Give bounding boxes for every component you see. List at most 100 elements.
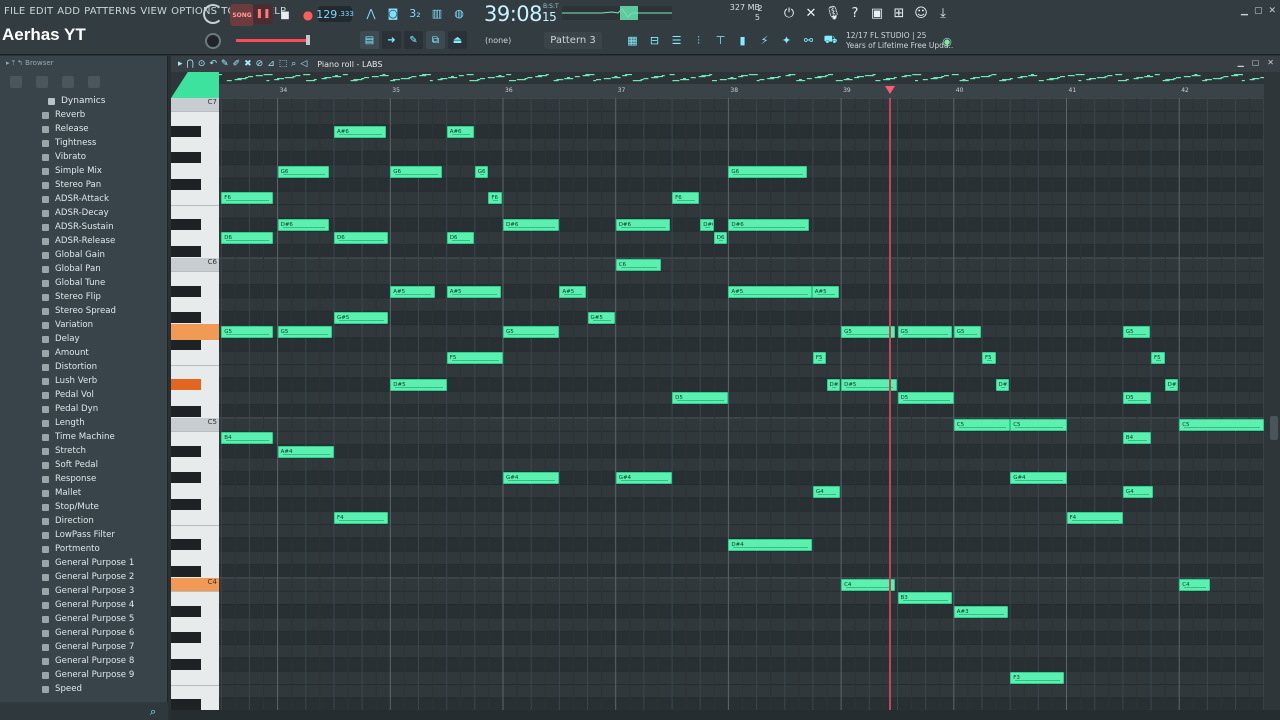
globe-icon[interactable]: ◉ bbox=[938, 32, 956, 50]
browser-tab-icon[interactable] bbox=[88, 76, 100, 88]
master-pitch-knob[interactable] bbox=[205, 33, 221, 49]
highlighted-black-key[interactable] bbox=[171, 378, 201, 390]
browser-item[interactable]: Variation bbox=[0, 318, 167, 332]
undo-icon[interactable]: ↶ bbox=[209, 59, 217, 69]
paint-icon[interactable]: ✐ bbox=[233, 59, 241, 69]
browser-item[interactable]: Stretch bbox=[0, 444, 167, 458]
zoom-icon[interactable]: ⌕ bbox=[291, 59, 296, 69]
note[interactable]: G6 bbox=[474, 165, 489, 178]
note[interactable]: F5 bbox=[1151, 352, 1165, 365]
close-icon[interactable]: ✕ bbox=[1268, 6, 1276, 16]
maximize-icon[interactable]: ▢ bbox=[1252, 58, 1260, 67]
black-key[interactable] bbox=[171, 245, 201, 257]
note[interactable]: G5 bbox=[277, 325, 332, 338]
browser-item[interactable]: General Purpose 9 bbox=[0, 668, 167, 682]
note[interactable]: G5 bbox=[503, 325, 560, 338]
note[interactable]: A#6 bbox=[446, 125, 474, 138]
minimize-icon[interactable]: ▁ bbox=[1241, 6, 1248, 16]
note[interactable]: D6 bbox=[713, 232, 728, 245]
play-list-view-icon[interactable]: ➜ bbox=[382, 31, 401, 49]
browser-item[interactable]: Amount bbox=[0, 346, 167, 360]
song-mode-toggle[interactable]: SONG bbox=[230, 4, 254, 26]
play-icon[interactable]: ⊙ bbox=[198, 59, 206, 69]
master-volume-handle[interactable] bbox=[306, 35, 310, 45]
browser-item[interactable]: Time Machine bbox=[0, 430, 167, 444]
note[interactable]: D6 bbox=[446, 232, 474, 245]
note[interactable]: B4 bbox=[221, 432, 274, 445]
note[interactable]: A#3 bbox=[953, 605, 1008, 618]
black-key[interactable] bbox=[171, 285, 201, 297]
note[interactable]: C5 bbox=[1179, 418, 1264, 431]
midi-icon[interactable]: ⊞ bbox=[890, 4, 908, 22]
stamp-view-icon[interactable]: ⏏ bbox=[448, 31, 467, 49]
browser-item[interactable]: Direction bbox=[0, 514, 167, 528]
playlist-icon[interactable]: ▦ bbox=[624, 32, 641, 49]
chat-icon[interactable]: ☺ bbox=[912, 4, 930, 22]
black-key[interactable] bbox=[171, 218, 201, 230]
note[interactable]: C5 bbox=[953, 418, 1011, 431]
delete-icon[interactable]: ✖ bbox=[244, 59, 252, 69]
step-edit-icon[interactable]: ▥ bbox=[428, 6, 446, 21]
tools-icon[interactable]: ✦ bbox=[778, 32, 795, 49]
note[interactable]: G#4 bbox=[1010, 472, 1067, 485]
black-key[interactable] bbox=[171, 338, 201, 350]
note[interactable]: G5 bbox=[841, 325, 896, 338]
timeline-ruler[interactable]: 34 35 36 37 38 39 40 41 42 bbox=[219, 84, 1264, 98]
browser-item[interactable]: Delay bbox=[0, 332, 167, 346]
note[interactable]: G6 bbox=[277, 165, 330, 178]
note[interactable]: A#5 bbox=[559, 285, 587, 298]
note[interactable]: D#5 bbox=[995, 378, 1009, 391]
note[interactable]: D#5 bbox=[826, 378, 840, 391]
menu-arrow-icon[interactable]: ▸ bbox=[178, 59, 183, 69]
help-icon[interactable]: ? bbox=[846, 4, 864, 22]
browser-item[interactable]: Global Tune bbox=[0, 276, 167, 290]
pattern-selector[interactable]: Pattern 3 bbox=[544, 32, 602, 49]
performance-icon[interactable]: ✕ bbox=[802, 4, 820, 22]
black-key[interactable] bbox=[171, 658, 201, 670]
browser-item[interactable]: Length bbox=[0, 416, 167, 430]
note[interactable]: B4 bbox=[1122, 432, 1152, 445]
browser-tab-icon[interactable] bbox=[36, 76, 48, 88]
browser-item[interactable]: Vibrato bbox=[0, 150, 167, 164]
black-key[interactable] bbox=[171, 605, 201, 617]
black-key[interactable] bbox=[171, 405, 201, 417]
note[interactable]: C4 bbox=[1179, 578, 1210, 591]
menu-edit[interactable]: EDIT bbox=[29, 6, 53, 17]
browser-item[interactable]: Global Gain bbox=[0, 248, 167, 262]
note[interactable]: G#5 bbox=[587, 312, 615, 325]
note[interactable]: A#4 bbox=[277, 445, 334, 458]
black-key[interactable] bbox=[171, 312, 201, 324]
note[interactable]: G6 bbox=[390, 165, 443, 178]
note[interactable]: F5 bbox=[812, 352, 827, 365]
search-icon[interactable]: ⌕ bbox=[150, 705, 156, 719]
note[interactable]: D6 bbox=[334, 232, 389, 245]
note[interactable]: F3 bbox=[1010, 672, 1065, 685]
browser-item[interactable]: ADSR-Attack bbox=[0, 192, 167, 206]
note[interactable]: D#6 bbox=[277, 219, 330, 231]
mute-icon[interactable]: ⊘ bbox=[256, 59, 264, 69]
browser-folder[interactable]: Dynamics bbox=[0, 94, 167, 108]
menu-file[interactable]: FILE bbox=[4, 6, 25, 17]
black-key[interactable] bbox=[171, 698, 201, 710]
octave-c-key[interactable]: C6 bbox=[171, 257, 219, 271]
note[interactable]: G5 bbox=[221, 325, 274, 338]
piano-keyboard[interactable]: C7 C6 C5 C4 bbox=[171, 98, 219, 710]
browser-item[interactable]: ADSR-Decay bbox=[0, 206, 167, 220]
pause-button[interactable]: ❚❚ bbox=[253, 4, 273, 24]
pencil-icon[interactable]: ✎ bbox=[221, 59, 229, 69]
patcher-icon[interactable]: ⫶ bbox=[690, 32, 707, 49]
black-key[interactable] bbox=[171, 565, 201, 577]
note[interactable]: G4 bbox=[812, 485, 840, 498]
browser-item[interactable]: Stereo Pan bbox=[0, 178, 167, 192]
note[interactable]: B3 bbox=[897, 592, 952, 605]
note[interactable]: F4 bbox=[1066, 512, 1123, 525]
browser-item[interactable]: Stereo Spread bbox=[0, 304, 167, 318]
note[interactable]: G#4 bbox=[615, 472, 673, 485]
select-icon[interactable]: ⬚ bbox=[279, 59, 288, 69]
piano-roll-view-icon[interactable]: ▤ bbox=[360, 31, 379, 49]
octave-c-key[interactable]: C5 bbox=[171, 417, 219, 431]
note[interactable]: F5 bbox=[982, 352, 996, 365]
browser-item[interactable]: General Purpose 2 bbox=[0, 570, 167, 584]
browser-item[interactable]: Pedal Dyn bbox=[0, 402, 167, 416]
black-key[interactable] bbox=[171, 538, 201, 550]
